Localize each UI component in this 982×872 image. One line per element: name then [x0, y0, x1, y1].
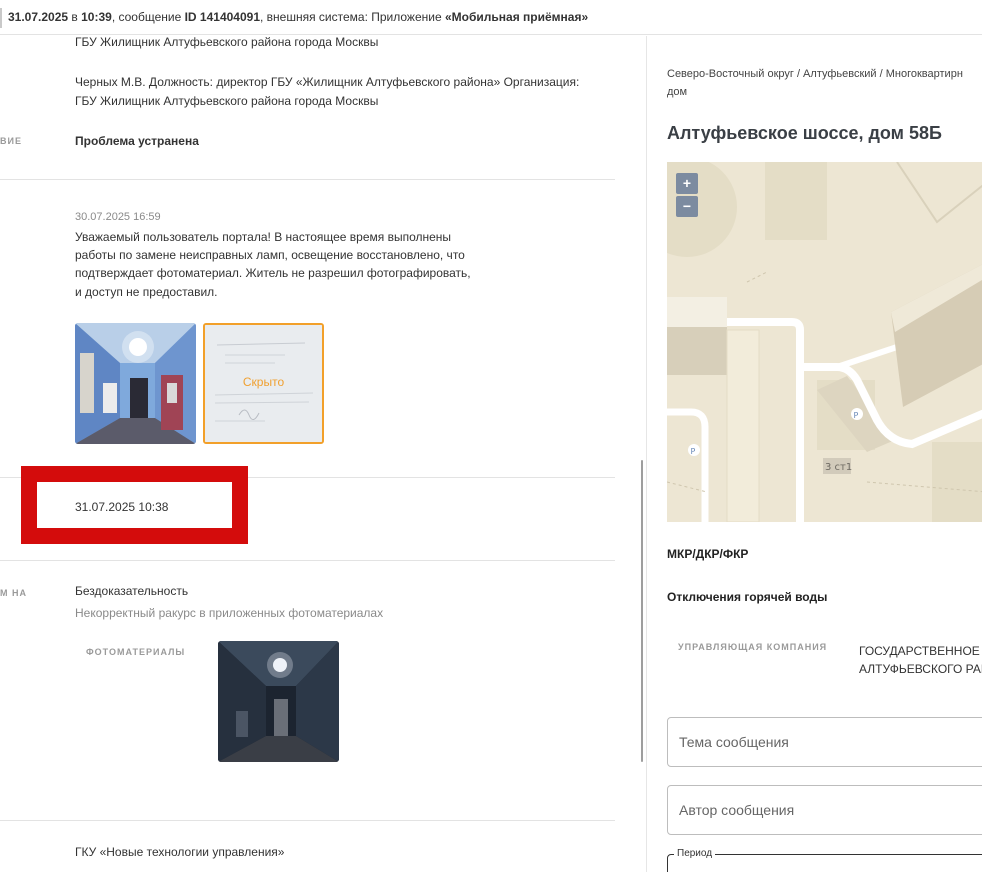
header-message-id: ID 141404091 — [184, 10, 260, 24]
company-line2: АЛТУФЬЕВСКОГО РАЙ — [859, 662, 982, 676]
entry4-label: М НА — [0, 588, 27, 598]
map-building-label: 3 ст1 — [825, 462, 852, 473]
entry2-hidden-photo[interactable]: Скрыто — [203, 323, 324, 444]
entry1-status-value: Проблема устранена — [75, 134, 199, 148]
entry1-person-line2: ГБУ Жилищник Алтуфьевского района города… — [75, 94, 379, 108]
author-input[interactable] — [668, 786, 982, 834]
divider — [0, 560, 615, 561]
header-system-prefix: , внешняя система: Приложение — [260, 10, 445, 24]
company-line1: ГОСУДАРСТВЕННОЕ Б — [859, 644, 982, 658]
entry2-photo-thumbnail[interactable] — [75, 323, 196, 444]
breadcrumb-line1: Северо-Восточный округ / Алтуфьевский / … — [667, 68, 963, 80]
map-parking-label-2: P — [691, 447, 696, 456]
period-field[interactable]: Период — [667, 848, 982, 872]
entry1-org-line: ГБУ Жилищник Алтуфьевского района города… — [75, 36, 379, 49]
entry2-timestamp: 30.07.2025 16:59 — [75, 211, 161, 223]
message-history-panel[interactable]: ГБУ Жилищник Алтуфьевского района города… — [0, 36, 645, 872]
entry2-text-line4: и доступ не предоставил. — [75, 285, 218, 299]
map-zoom-controls: + − — [676, 173, 700, 219]
entry4-photo-thumbnail[interactable] — [218, 641, 339, 762]
zoom-in-button[interactable]: + — [676, 173, 698, 194]
section-repair-programs[interactable]: МКР/ДКР/ФКР — [667, 547, 748, 561]
header-message-prefix: , сообщение — [111, 10, 185, 24]
header-time: 10:39 — [81, 10, 112, 24]
entry2-text-line3: подтверждает фотоматериал. Житель не раз… — [75, 266, 471, 280]
address-sidebar: Северо-Восточный округ / Алтуфьевский / … — [646, 36, 982, 872]
divider — [0, 179, 615, 180]
management-company-label: УПРАВЛЯЮЩАЯ КОМПАНИЯ — [678, 642, 828, 652]
header-edge-divider — [0, 8, 2, 28]
divider — [0, 820, 615, 821]
entry1-person-line1: Черных М.В. Должность: директор ГБУ «Жил… — [75, 75, 580, 89]
section-hot-water-outages[interactable]: Отключения горячей воды — [667, 590, 827, 604]
header-date: 31.07.2025 — [8, 10, 69, 24]
history-scrollbar[interactable] — [641, 460, 643, 762]
breadcrumb-line2: дом — [667, 86, 688, 98]
period-label: Период — [674, 848, 716, 859]
header-system-name: «Мобильная приёмная» — [444, 10, 589, 24]
entry4-reason: Бездоказательность — [75, 584, 189, 598]
location-breadcrumb[interactable]: Северо-Восточный округ / Алтуфьевский / … — [667, 65, 982, 101]
entry2-text-line1: Уважаемый пользователь портала! В настоя… — [75, 230, 452, 244]
location-map[interactable]: 3 ст1 P P + − — [667, 162, 982, 522]
entry2-text-line2: работы по замене неисправных ламп, освещ… — [75, 248, 465, 262]
zoom-out-button[interactable]: − — [676, 196, 698, 217]
map-parking-label: P — [854, 411, 859, 420]
entry4-photos-label: ФОТОМАТЕРИАЛЫ — [86, 647, 186, 657]
topic-field[interactable] — [667, 717, 982, 767]
header-text: 31.07.2025 в 10:39, сообщение ID 1414040… — [8, 10, 588, 24]
management-company-value: ГОСУДАРСТВЕННОЕ Б АЛТУФЬЕВСКОГО РАЙ — [859, 642, 982, 678]
topic-input[interactable] — [668, 718, 982, 766]
entry1-status-label: ВИЕ — [0, 136, 22, 146]
map-canvas[interactable]: 3 ст1 P P — [667, 162, 982, 522]
message-header: 31.07.2025 в 10:39, сообщение ID 1414040… — [0, 0, 982, 35]
entry3-timestamp: 31.07.2025 10:38 — [75, 500, 169, 514]
author-field[interactable] — [667, 785, 982, 835]
entry4-reason-detail: Некорректный ракурс в приложенных фотома… — [75, 606, 384, 620]
hidden-photo-label: Скрыто — [242, 375, 285, 389]
header-in-word: в — [68, 10, 82, 24]
entry5-org: ГКУ «Новые технологии управления» — [75, 845, 285, 859]
address-title: Алтуфьевское шоссе, дом 58Б — [667, 123, 942, 143]
